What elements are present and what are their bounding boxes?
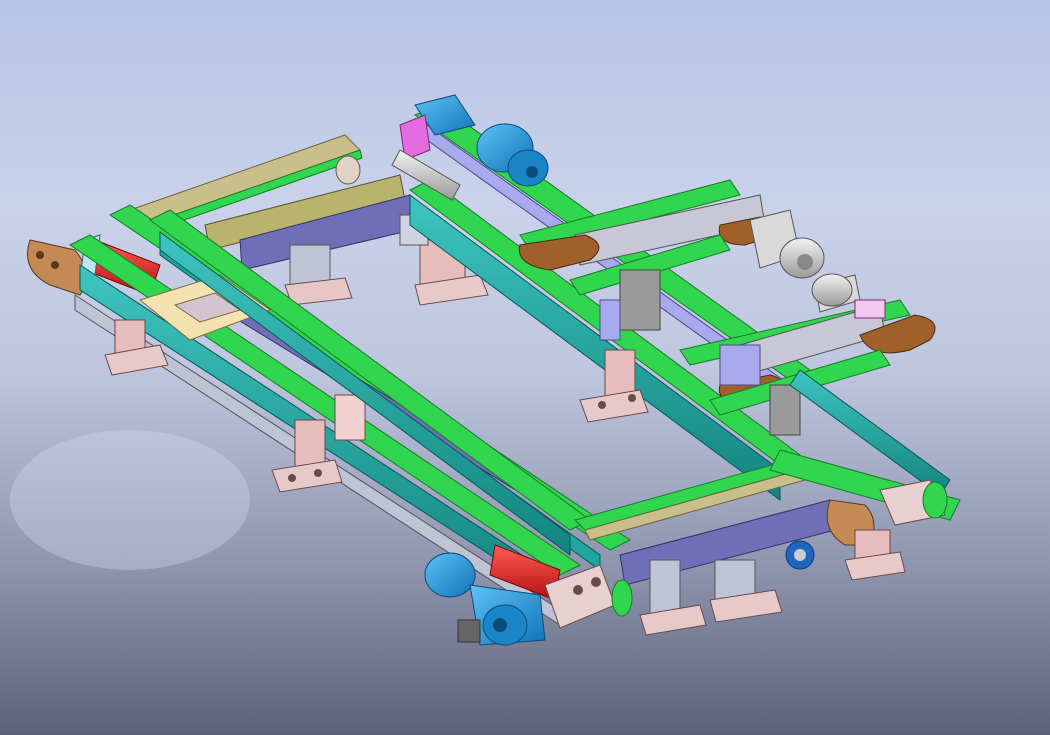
cad-graphics-area[interactable] (0, 0, 1050, 735)
side-motor-upper[interactable] (749, 209, 825, 279)
floor-reflection (10, 430, 250, 570)
conveyor-assembly-model[interactable] (0, 0, 1050, 735)
